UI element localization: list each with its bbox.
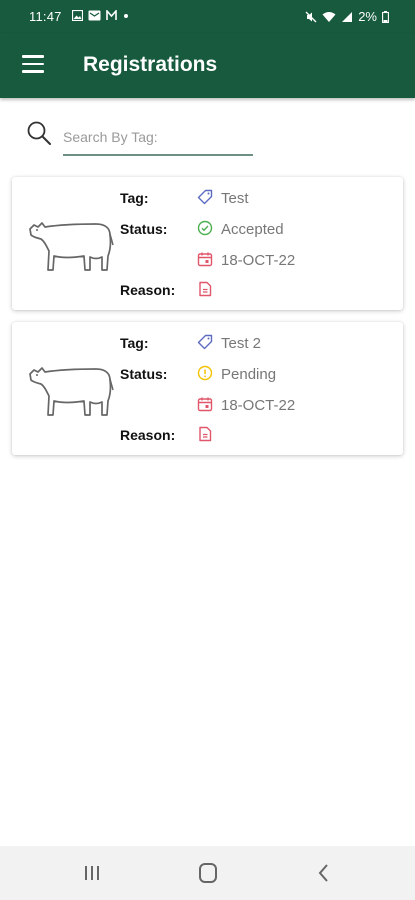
date-value: 18-OCT-22 (221, 397, 296, 414)
signal-icon (342, 11, 353, 22)
battery-icon (382, 10, 389, 23)
calendar-icon (197, 397, 213, 412)
hamburger-icon-line (22, 70, 44, 73)
back-icon[interactable] (310, 860, 338, 886)
status-value: Pending (221, 366, 277, 383)
tag-icon (197, 189, 213, 205)
status-label: Status: (120, 221, 168, 237)
tag-value: Test 2 (221, 335, 262, 352)
check-circle-icon (197, 220, 213, 236)
status-time: 11:47 (29, 9, 62, 24)
home-icon[interactable] (194, 860, 222, 886)
registration-card[interactable]: Tag: Status: Reason: Test 2 Pending 18-O… (12, 322, 403, 455)
battery-percent: 2% (358, 9, 377, 24)
document-icon (199, 281, 212, 297)
tag-icon (197, 334, 213, 350)
status-bar: 11:47 2% (0, 0, 415, 33)
mute-icon (305, 11, 317, 22)
hamburger-icon-line (22, 55, 44, 58)
recent-apps-icon[interactable] (78, 860, 106, 886)
system-nav-bar (0, 846, 415, 900)
cow-icon (29, 367, 114, 416)
status-label: Status: (120, 366, 168, 382)
system-icons: 2% (305, 9, 389, 24)
calendar-icon (197, 252, 213, 267)
page-title: Registrations (83, 53, 218, 76)
document-icon (199, 426, 212, 442)
tag-value: Test (221, 190, 249, 207)
notification-icons (72, 10, 130, 21)
pending-icon (197, 365, 213, 381)
search-input[interactable] (63, 120, 253, 156)
registration-card[interactable]: Tag: Status: Reason: Test Accepted 18-OC… (12, 177, 403, 310)
search-icon (27, 121, 51, 145)
reason-label: Reason: (120, 427, 176, 443)
wifi-icon (322, 11, 336, 22)
mail-icon (106, 10, 117, 20)
menu-button[interactable] (22, 55, 44, 73)
cow-icon (29, 222, 114, 271)
dot-icon (124, 14, 128, 18)
gallery-icon (72, 10, 83, 21)
tag-label: Tag: (120, 190, 149, 206)
hamburger-icon-line (22, 62, 44, 66)
date-value: 18-OCT-22 (221, 252, 296, 269)
reason-label: Reason: (120, 282, 176, 298)
message-icon (88, 10, 101, 21)
status-value: Accepted (221, 221, 284, 238)
app-bar: Registrations (0, 33, 415, 98)
tag-label: Tag: (120, 335, 149, 351)
